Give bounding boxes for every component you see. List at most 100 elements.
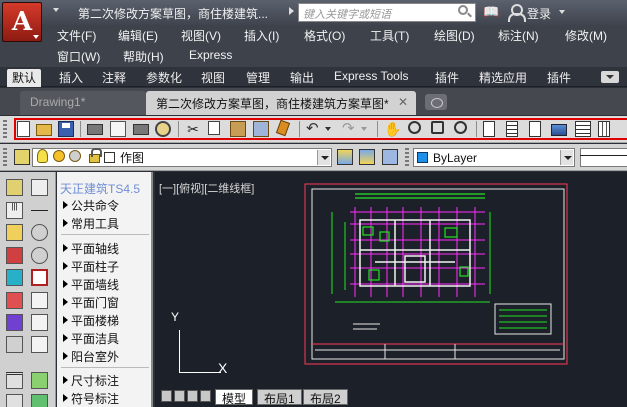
menu-item-tools[interactable]: 常用工具: [63, 215, 119, 232]
tab-manage[interactable]: 管理: [244, 69, 272, 87]
menu-item-symbol[interactable]: 符号标注: [63, 390, 119, 407]
tool-icon-rect[interactable]: [31, 269, 48, 286]
layer-state-icon[interactable]: [382, 149, 398, 165]
publish-icon[interactable]: [133, 124, 149, 135]
tab-view[interactable]: 视图: [199, 69, 227, 87]
tool-icon-wall[interactable]: [6, 269, 23, 286]
user-icon[interactable]: [508, 4, 526, 22]
tool-icon-dimension[interactable]: [6, 372, 23, 389]
document-tab-active[interactable]: 第二次修改方案草图，商住楼建筑方案草图* ✕: [146, 91, 416, 115]
new-file-icon[interactable]: [17, 121, 30, 137]
search-input[interactable]: 键入关键字或短语: [298, 3, 476, 22]
ribbon-toggle-button[interactable]: [601, 71, 619, 83]
first-layout-icon[interactable]: [161, 390, 172, 402]
tab-parametric[interactable]: 参数化: [144, 69, 184, 87]
tab-insert[interactable]: 插入: [57, 69, 85, 87]
binoculars-icon[interactable]: 📖: [483, 4, 499, 20]
tool-icon-table[interactable]: [31, 336, 48, 353]
color-select[interactable]: ByLayer: [413, 148, 575, 167]
menu-view[interactable]: 视图(V): [181, 27, 221, 44]
chevron-down-icon[interactable]: [559, 10, 565, 14]
sheet-set-icon[interactable]: [551, 124, 567, 136]
menu-tools[interactable]: 工具(T): [370, 27, 409, 44]
login-button[interactable]: 登录: [527, 5, 551, 22]
tab-plugins-2[interactable]: 插件: [545, 69, 573, 87]
tab-output[interactable]: 输出: [288, 69, 316, 87]
copy-icon[interactable]: [208, 121, 220, 135]
menu-item-axis[interactable]: 平面轴线: [63, 240, 119, 257]
linetype-select[interactable]: [580, 148, 627, 167]
menu-draw[interactable]: 绘图(D): [434, 27, 475, 44]
toolbar-grip[interactable]: [3, 148, 7, 167]
zoom-previous-icon[interactable]: [454, 121, 467, 134]
chevron-down-icon[interactable]: [361, 127, 367, 131]
tool-icon-grid[interactable]: [31, 314, 48, 331]
zoom-window-icon[interactable]: [431, 121, 444, 134]
properties-icon[interactable]: [483, 121, 495, 137]
tool-icon-mark[interactable]: [6, 394, 23, 407]
menu-help[interactable]: 帮助(H): [123, 48, 164, 65]
menu-window[interactable]: 窗口(W): [57, 48, 100, 65]
plot-icon[interactable]: [87, 124, 103, 135]
layer-manager-icon[interactable]: [14, 149, 30, 165]
tab-featured-apps[interactable]: 精选应用: [477, 69, 529, 87]
new-tab-button[interactable]: [425, 94, 447, 110]
tool-icon-brush[interactable]: [6, 292, 23, 309]
circle-icon[interactable]: [31, 247, 48, 264]
tool-icon-stair[interactable]: [31, 292, 48, 309]
tab-annotate[interactable]: 注释: [100, 69, 128, 87]
menu-format[interactable]: 格式(O): [304, 27, 345, 44]
menu-modify[interactable]: 修改(M): [565, 27, 607, 44]
last-layout-icon[interactable]: [200, 390, 211, 402]
chevron-down-icon[interactable]: [325, 127, 331, 131]
paste-icon[interactable]: [230, 121, 246, 137]
menu-item-fixture[interactable]: 平面洁具: [63, 330, 119, 347]
zoom-realtime-icon[interactable]: [408, 121, 421, 134]
tool-icon-symbol[interactable]: [31, 394, 48, 407]
title-expand-icon[interactable]: [289, 7, 294, 15]
menu-item-wall[interactable]: 平面墙线: [63, 276, 119, 293]
previous-layout-icon[interactable]: [174, 390, 185, 402]
undo-icon[interactable]: ↶: [306, 121, 322, 137]
menu-item-public[interactable]: 公共命令: [63, 197, 119, 214]
menu-item-balcony[interactable]: 阳台室外: [63, 348, 119, 365]
markup-icon[interactable]: [575, 121, 591, 137]
layer-previous-icon[interactable]: [359, 149, 375, 165]
menu-dimension[interactable]: 标注(N): [498, 27, 539, 44]
cut-icon[interactable]: ✂: [185, 121, 201, 137]
pan-hand-icon[interactable]: ✋: [384, 121, 401, 137]
match-properties-icon[interactable]: [253, 121, 269, 137]
tool-icon-axis[interactable]: |||: [6, 202, 23, 219]
menu-insert[interactable]: 插入(I): [244, 27, 279, 44]
save-icon[interactable]: [58, 121, 74, 137]
close-icon[interactable]: ✕: [398, 95, 408, 109]
tool-icon-wand[interactable]: [6, 314, 23, 331]
menu-edit[interactable]: 编辑(E): [118, 27, 158, 44]
chevron-down-icon[interactable]: [317, 150, 330, 165]
menu-item-dimension[interactable]: 尺寸标注: [63, 372, 119, 389]
chevron-down-icon[interactable]: [560, 150, 573, 165]
tool-icon-save[interactable]: [6, 224, 23, 241]
quick-access-dropdown-icon[interactable]: [53, 8, 59, 12]
tool-icon-gear[interactable]: [31, 372, 48, 389]
tab-default[interactable]: 默认: [7, 69, 42, 87]
toolbar-grip[interactable]: [405, 148, 409, 167]
toolbar-grip[interactable]: [3, 120, 7, 139]
menu-item-column[interactable]: 平面柱子: [63, 258, 119, 275]
search-icon[interactable]: [458, 5, 468, 15]
next-layout-icon[interactable]: [187, 390, 198, 402]
tab-model[interactable]: 模型: [215, 389, 254, 406]
design-center-icon[interactable]: [506, 121, 518, 137]
menu-item-door-window[interactable]: 平面门窗: [63, 294, 119, 311]
circle-icon[interactable]: [31, 224, 48, 241]
plot-preview-icon[interactable]: [110, 121, 126, 137]
redo-icon[interactable]: ↷: [342, 121, 358, 137]
tool-palettes-icon[interactable]: [529, 121, 541, 137]
line-icon[interactable]: [31, 210, 48, 211]
tool-icon-doc[interactable]: [6, 179, 23, 196]
tab-layout2[interactable]: 布局2: [303, 389, 348, 406]
tab-express-tools[interactable]: Express Tools: [332, 69, 410, 87]
menu-item-stair[interactable]: 平面楼梯: [63, 312, 119, 329]
menu-file[interactable]: 文件(F): [57, 27, 96, 44]
open-folder-icon[interactable]: [36, 124, 52, 136]
